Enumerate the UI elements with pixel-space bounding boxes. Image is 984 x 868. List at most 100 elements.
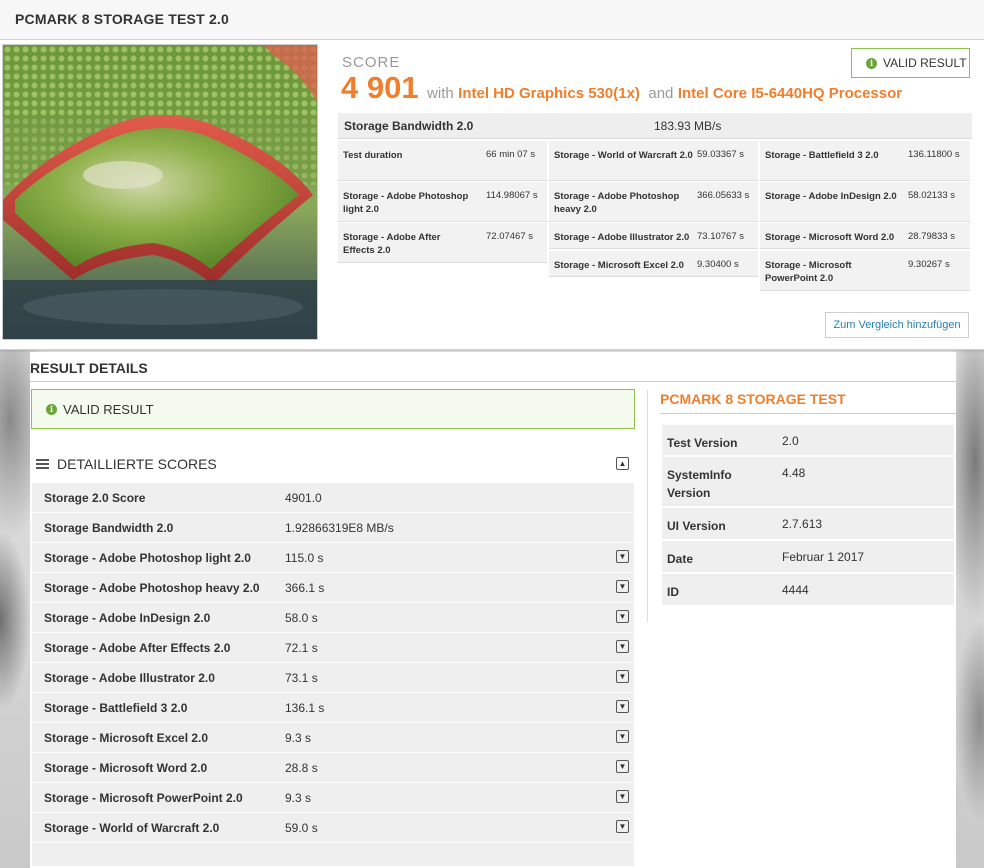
info-value: 4444 <box>782 583 809 597</box>
info-value: 2.7.613 <box>782 517 823 531</box>
valid-result-label: VALID RESULT <box>883 56 967 70</box>
collapse-icon[interactable]: ▲ <box>616 457 629 470</box>
subscore-value: 66 min 07 s <box>486 149 536 160</box>
info-row: ID 4444 <box>662 574 954 607</box>
subscore-value: 136.11800 s <box>908 149 960 160</box>
score-label: SCORE <box>342 54 401 71</box>
row-label: Storage - Microsoft Excel 2.0 <box>44 731 209 745</box>
table-row: Storage 2.0 Score 4901.0 <box>32 482 634 512</box>
subscore-label: Storage - Adobe InDesign 2.0 <box>765 191 897 202</box>
expand-icon[interactable]: ▼ <box>616 820 629 833</box>
table-row: Storage - Microsoft Word 2.0 28.8 s ▼ <box>32 752 634 782</box>
expand-icon[interactable]: ▼ <box>616 550 629 563</box>
row-value: 9.3 s <box>285 731 312 745</box>
bandwidth-label: Storage Bandwidth 2.0 <box>344 119 474 133</box>
list-icon <box>36 459 49 469</box>
subscore-label: Storage - Microsoft Excel 2.0 <box>554 260 684 271</box>
subscore-cell: Storage - Microsoft Excel 2.0 9.30400 s <box>549 251 758 277</box>
bandwidth-row: Storage Bandwidth 2.0 183.93 MB/s <box>338 113 972 139</box>
row-value: 28.8 s <box>285 761 318 775</box>
row-label: Storage - Battlefield 3 2.0 <box>44 701 188 715</box>
bandwidth-value: 183.93 MB/s <box>654 119 722 133</box>
info-value: 2.0 <box>782 434 799 448</box>
table-row: Storage - Adobe Photoshop light 2.0 115.… <box>32 542 634 572</box>
divider <box>660 413 956 414</box>
expand-icon[interactable]: ▼ <box>616 700 629 713</box>
row-label: Storage - Adobe Photoshop heavy 2.0 <box>44 581 260 595</box>
subscore-cell: Storage - Adobe Photoshop heavy 2.0 366.… <box>549 182 758 222</box>
subscore-label: Storage - Adobe Illustrator 2.0 <box>554 232 690 243</box>
subscore-value: 28.79833 s <box>908 231 956 242</box>
add-to-compare-button[interactable]: Zum Vergleich hinzufügen <box>825 312 969 338</box>
table-row: Storage - Battlefield 3 2.0 136.1 s ▼ <box>32 692 634 722</box>
benchmark-thumbnail <box>2 44 318 340</box>
info-value: Februar 1 2017 <box>782 550 865 564</box>
score-and-text: and <box>648 85 674 102</box>
subscore-label: Storage - Adobe Photoshop heavy 2.0 <box>554 191 680 215</box>
expand-icon[interactable]: ▼ <box>616 640 629 653</box>
test-info-title: PCMARK 8 STORAGE TEST <box>660 391 846 407</box>
expand-icon[interactable]: ▼ <box>616 730 629 743</box>
row-label: Storage - Adobe After Effects 2.0 <box>44 641 231 655</box>
score-value: 4 901 <box>341 70 419 105</box>
info-row: SystemInfo Version 4.48 <box>662 457 954 508</box>
info-icon: i <box>46 403 57 415</box>
row-value: 1.92866319E8 MB/s <box>285 521 394 535</box>
subscore-cell: Storage - Adobe After Effects 2.0 72.074… <box>338 223 547 263</box>
subscore-label: Storage - Battlefield 3 2.0 <box>765 150 879 161</box>
page-title: PCMARK 8 STORAGE TEST 2.0 <box>15 11 230 27</box>
row-label: Storage - Adobe Illustrator 2.0 <box>44 671 215 685</box>
table-row: Storage - Microsoft PowerPoint 2.0 9.3 s… <box>32 782 634 812</box>
subscore-value: 9.30267 s <box>908 259 950 270</box>
subscore-value: 58.02133 s <box>908 190 956 201</box>
row-value: 136.1 s <box>285 701 325 715</box>
row-label: Storage 2.0 Score <box>44 491 146 505</box>
expand-icon[interactable]: ▼ <box>616 580 629 593</box>
row-label: Storage - World of Warcraft 2.0 <box>44 821 220 835</box>
subscore-label: Storage - Adobe After Effects 2.0 <box>343 232 441 256</box>
subscore-cell: Storage - Adobe Illustrator 2.0 73.10767… <box>549 223 758 249</box>
info-label: SystemInfo Version <box>667 468 732 500</box>
cpu-name: Intel Core I5-6440HQ Processor <box>677 85 903 102</box>
subscore-label: Storage - Microsoft PowerPoint 2.0 <box>765 260 852 284</box>
subscore-cell: Storage - World of Warcraft 2.0 59.03367… <box>549 141 758 181</box>
test-info-table: Test Version 2.0 SystemInfo Version 4.48… <box>662 425 954 607</box>
subscore-label: Storage - Microsoft Word 2.0 <box>765 232 895 243</box>
info-row: Test Version 2.0 <box>662 425 954 457</box>
row-label: Storage - Microsoft PowerPoint 2.0 <box>44 791 243 805</box>
subscore-cell: Storage - Battlefield 3 2.0 136.11800 s <box>760 141 970 181</box>
table-row: Storage - World of Warcraft 2.0 59.0 s ▼ <box>32 812 634 842</box>
subscore-value: 9.30400 s <box>697 259 739 270</box>
info-row: Date Februar 1 2017 <box>662 541 954 574</box>
info-label: ID <box>667 585 679 599</box>
row-value: 73.1 s <box>285 671 318 685</box>
result-details-title: RESULT DETAILS <box>30 360 148 376</box>
row-label: Storage - Microsoft Word 2.0 <box>44 761 208 775</box>
info-label: Date <box>667 552 694 566</box>
column-divider <box>647 390 648 622</box>
info-icon: i <box>866 57 877 69</box>
row-value: 115.0 s <box>285 551 324 565</box>
expand-icon[interactable]: ▼ <box>616 610 629 623</box>
valid-result-button[interactable]: i VALID RESULT <box>851 48 970 78</box>
subscore-label: Storage - Adobe Photoshop light 2.0 <box>343 191 469 215</box>
subscore-value: 114.98067 s <box>486 190 538 201</box>
subscore-cell: Storage - Microsoft Word 2.0 28.79833 s <box>760 223 970 249</box>
table-row: Storage Bandwidth 2.0 1.92866319E8 MB/s <box>32 512 634 542</box>
expand-icon[interactable]: ▼ <box>616 760 629 773</box>
table-row: Storage - Adobe After Effects 2.0 72.1 s… <box>32 632 634 662</box>
table-row: Storage - Adobe Photoshop heavy 2.0 366.… <box>32 572 634 602</box>
detailed-scores-title: DETAILLIERTE SCORES <box>57 456 217 472</box>
subscore-value: 366.05633 s <box>697 190 750 201</box>
row-label: Storage Bandwidth 2.0 <box>44 521 174 535</box>
expand-icon[interactable]: ▼ <box>616 670 629 683</box>
divider <box>30 381 956 382</box>
expand-icon[interactable]: ▼ <box>616 790 629 803</box>
info-value: 4.48 <box>782 466 806 480</box>
subscore-cell: Storage - Adobe InDesign 2.0 58.02133 s <box>760 182 970 222</box>
top-bar: PCMARK 8 STORAGE TEST 2.0 <box>0 0 984 40</box>
summary-card: SCORE 4 901 with Intel HD Graphics 530(1… <box>0 40 984 350</box>
subscore-value: 72.07467 s <box>486 231 534 242</box>
row-value: 59.0 s <box>285 821 318 835</box>
subscore-value: 73.10767 s <box>697 231 745 242</box>
